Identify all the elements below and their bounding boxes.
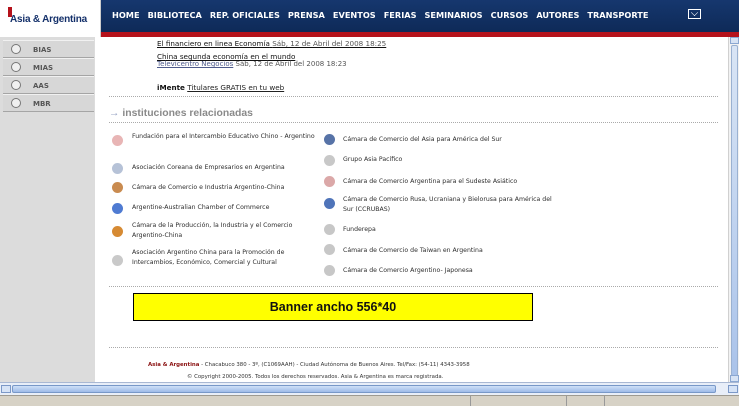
divider xyxy=(109,286,718,288)
nav-seminarios[interactable]: SEMINARIOS xyxy=(425,10,483,20)
sidebar-item-mbr[interactable]: MBR xyxy=(3,94,94,112)
sidebar-item-aas[interactable]: AAS xyxy=(3,76,94,94)
section-heading-text: instituciones relacionadas xyxy=(122,108,253,119)
nav-ferias[interactable]: FERIAS xyxy=(384,10,417,20)
institution-link[interactable]: Fundación para el Intercambio Educativo … xyxy=(132,132,322,142)
institution-icon xyxy=(324,265,335,276)
footer-copyright: © Copyright 2000-2005. Todos los derecho… xyxy=(187,374,444,380)
sidebar-item-label: MIAS xyxy=(33,64,54,72)
sidebar-item-label: AAS xyxy=(33,82,49,90)
logo-text: Asia & Argentina xyxy=(10,14,88,25)
globe-icon xyxy=(11,44,21,54)
arrow-right-icon: → xyxy=(109,108,120,119)
institution-icon xyxy=(112,226,123,237)
institution-link[interactable]: Cámara de Comercio Argentino- Japonesa xyxy=(343,266,593,276)
section-heading: → instituciones relacionadas xyxy=(109,108,253,119)
institution-icon xyxy=(112,203,123,214)
globe-icon xyxy=(11,80,21,90)
institution-link[interactable]: Cámara de Comercio e Industria Argentino… xyxy=(132,183,322,193)
institution-link[interactable]: Asociación Argentino China para la Promo… xyxy=(132,248,322,268)
advertising-banner[interactable]: Banner ancho 556*40 xyxy=(133,293,533,321)
institution-link[interactable]: Grupo Asia Pacífico xyxy=(343,155,593,165)
nav-cursos[interactable]: CURSOS xyxy=(491,10,529,20)
horizontal-scrollbar[interactable] xyxy=(0,382,739,396)
site-logo[interactable]: Asia & Argentina xyxy=(0,0,101,37)
vertical-scroll-thumb[interactable] xyxy=(731,45,738,376)
institution-icon xyxy=(324,176,335,187)
sidebar-item-mias[interactable]: MIAS xyxy=(3,58,94,76)
status-bar xyxy=(0,395,739,406)
nav-transporte[interactable]: TRANSPORTE xyxy=(587,10,648,20)
institution-icon xyxy=(112,163,123,174)
scroll-left-button[interactable] xyxy=(1,385,11,393)
institution-icon xyxy=(324,244,335,255)
institution-icon xyxy=(324,198,335,209)
sidebar-item-label: BIAS xyxy=(33,46,52,54)
news-date: Sáb, 12 de Abril del 2008 18:25 xyxy=(272,39,387,48)
news-source[interactable]: Televicentro Negocios xyxy=(157,60,233,68)
institution-link[interactable]: Cámara de Comercio de Taiwan en Argentin… xyxy=(343,246,593,256)
footer-brand: Asia & Argentina xyxy=(148,362,200,368)
nav-rep-oficiales[interactable]: REP. OFICIALES xyxy=(210,10,280,20)
imente-link[interactable]: Titulares GRATIS en tu web xyxy=(187,83,284,92)
nav-prensa[interactable]: PRENSA xyxy=(288,10,325,20)
main-nav: HOME BIBLIOTECA REP. OFICIALES PRENSA EV… xyxy=(112,10,648,20)
horizontal-scroll-thumb[interactable] xyxy=(12,385,716,393)
institution-link[interactable]: Cámara de Comercio del Asia para América… xyxy=(343,135,593,145)
main-content: El financiero en linea Economía Sáb, 12 … xyxy=(95,37,728,382)
institution-icon xyxy=(324,134,335,145)
nav-biblioteca[interactable]: BIBLIOTECA xyxy=(148,10,202,20)
globe-icon xyxy=(11,98,21,108)
news-item-1[interactable]: El financiero en linea Economía Sáb, 12 … xyxy=(157,39,386,48)
sidebar: BIAS MIAS AAS MBR xyxy=(0,37,95,382)
institution-icon xyxy=(112,255,123,266)
scroll-down-button[interactable] xyxy=(730,375,739,382)
divider xyxy=(109,122,718,124)
institution-link[interactable]: Funderepa xyxy=(343,225,593,235)
news-item-2-meta: Televicentro Negocios Sáb, 12 de Abril d… xyxy=(157,60,347,68)
news-title[interactable]: El financiero en linea Economía xyxy=(157,39,270,48)
footer-address: Asia & Argentina - Chacabuco 380 - 3º, (… xyxy=(148,362,470,368)
scroll-up-button[interactable] xyxy=(730,37,739,44)
institution-link[interactable]: Argentine-Australian Chamber of Commerce xyxy=(132,203,322,213)
mail-icon[interactable] xyxy=(688,9,701,19)
footer-address-text: - Chacabuco 380 - 3º, (C1069AAH) - Ciuda… xyxy=(199,362,470,368)
news-date: Sáb, 12 de Abril del 2008 18:23 xyxy=(235,60,347,68)
vertical-scrollbar[interactable] xyxy=(728,37,739,382)
institution-link[interactable]: Cámara de Comercio Rusa, Ucraniana y Bie… xyxy=(343,195,563,215)
institution-icon xyxy=(324,155,335,166)
scroll-right-button[interactable] xyxy=(728,385,738,393)
divider xyxy=(109,347,718,349)
institution-link[interactable]: Asociación Coreana de Empresarios en Arg… xyxy=(132,163,322,173)
sidebar-item-label: MBR xyxy=(33,100,51,108)
nav-eventos[interactable]: EVENTOS xyxy=(333,10,376,20)
institution-icon xyxy=(324,224,335,235)
divider xyxy=(109,96,718,98)
institution-link[interactable]: Cámara de Comercio Argentina para el Sud… xyxy=(343,177,593,187)
institution-icon xyxy=(112,135,123,146)
imente-promo: iMente Titulares GRATIS en tu web xyxy=(157,83,284,92)
globe-icon xyxy=(11,62,21,72)
imente-name: iMente xyxy=(157,83,185,92)
nav-home[interactable]: HOME xyxy=(112,10,140,20)
nav-autores[interactable]: AUTORES xyxy=(536,10,579,20)
sidebar-item-bias[interactable]: BIAS xyxy=(3,40,94,58)
institution-link[interactable]: Cámara de la Producción, la Industria y … xyxy=(132,221,322,241)
institution-icon xyxy=(112,182,123,193)
